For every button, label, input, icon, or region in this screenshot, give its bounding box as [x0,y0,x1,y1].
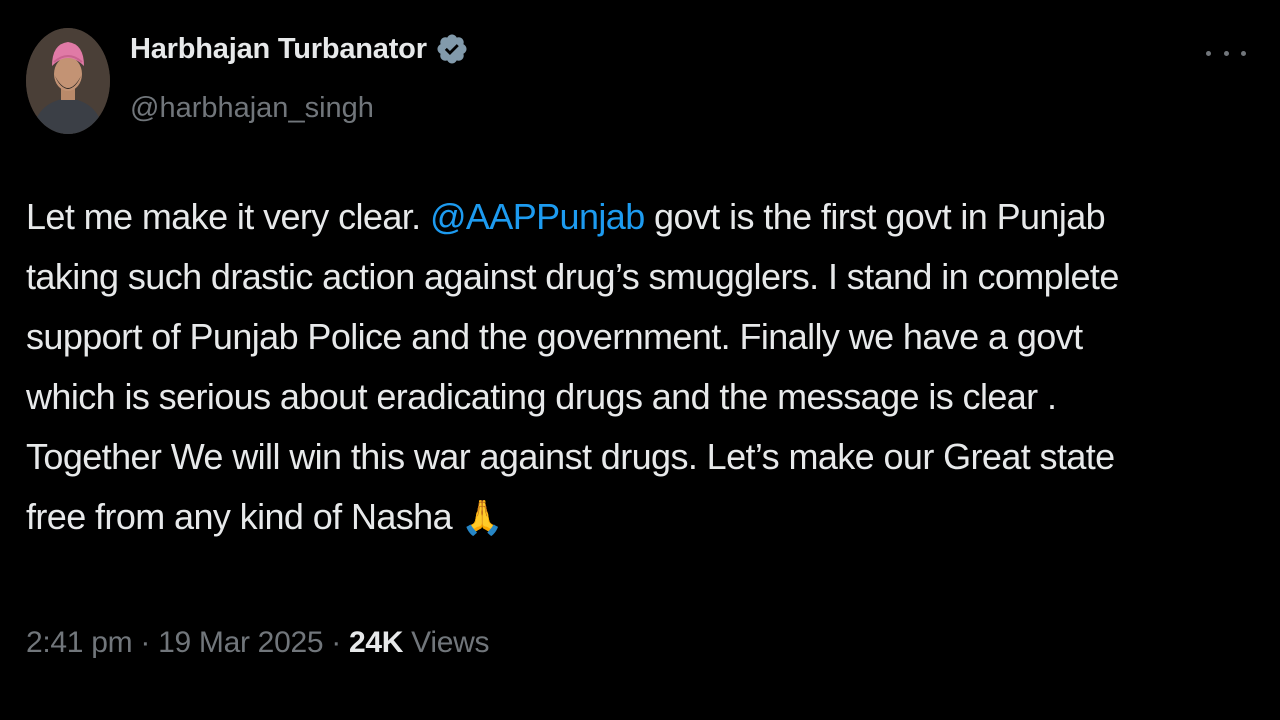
tweet-line: Together We will win this war against dr… [26,436,1115,477]
avatar-image [26,28,110,134]
author-display-name[interactable]: Harbhajan Turbanator [130,33,427,66]
meta-separator: · [323,626,349,659]
tweet-card: Harbhajan Turbanator @harbhajan_singh Le… [0,0,1280,720]
tweet-line: taking such drastic action against drug’… [26,256,1119,297]
mention-link[interactable]: @AAPPunjab [430,196,645,237]
tweet-meta: 2:41 pm · 19 Mar 2025 · 24K Views [26,626,489,660]
author-handle[interactable]: @harbhajan_singh [130,92,374,125]
avatar[interactable] [26,28,110,134]
views-label: Views [403,626,490,659]
author-row: Harbhajan Turbanator [130,32,469,66]
tweet-text-segment: Let me make it very clear. [26,196,430,237]
more-dot [1206,50,1211,56]
more-dot [1223,50,1229,56]
verified-badge-icon [435,32,469,66]
folded-hands-emoji: 🙏 [461,498,504,538]
tweet-line: Let me make it very clear. @AAPPunjab go… [26,187,1246,247]
more-dot [1241,50,1246,56]
meta-separator: · [132,626,159,659]
tweet-line: support of Punjab Police and the governm… [26,316,1083,357]
more-options-icon[interactable] [1206,38,1246,68]
tweet-time[interactable]: 2:41 pm [26,626,133,659]
tweet-text-segment: govt is the first govt in Punjab [644,196,1106,237]
tweet-line: which is serious about eradicating drugs… [26,376,1057,417]
tweet-text-segment: free from any kind of Nasha [26,496,462,537]
tweet-date[interactable]: 19 Mar 2025 [158,626,323,659]
tweet-line: free from any kind of Nasha 🙏 [26,487,1246,548]
tweet-text: Let me make it very clear. @AAPPunjab go… [26,187,1246,548]
views-count[interactable]: 24K [349,626,403,659]
